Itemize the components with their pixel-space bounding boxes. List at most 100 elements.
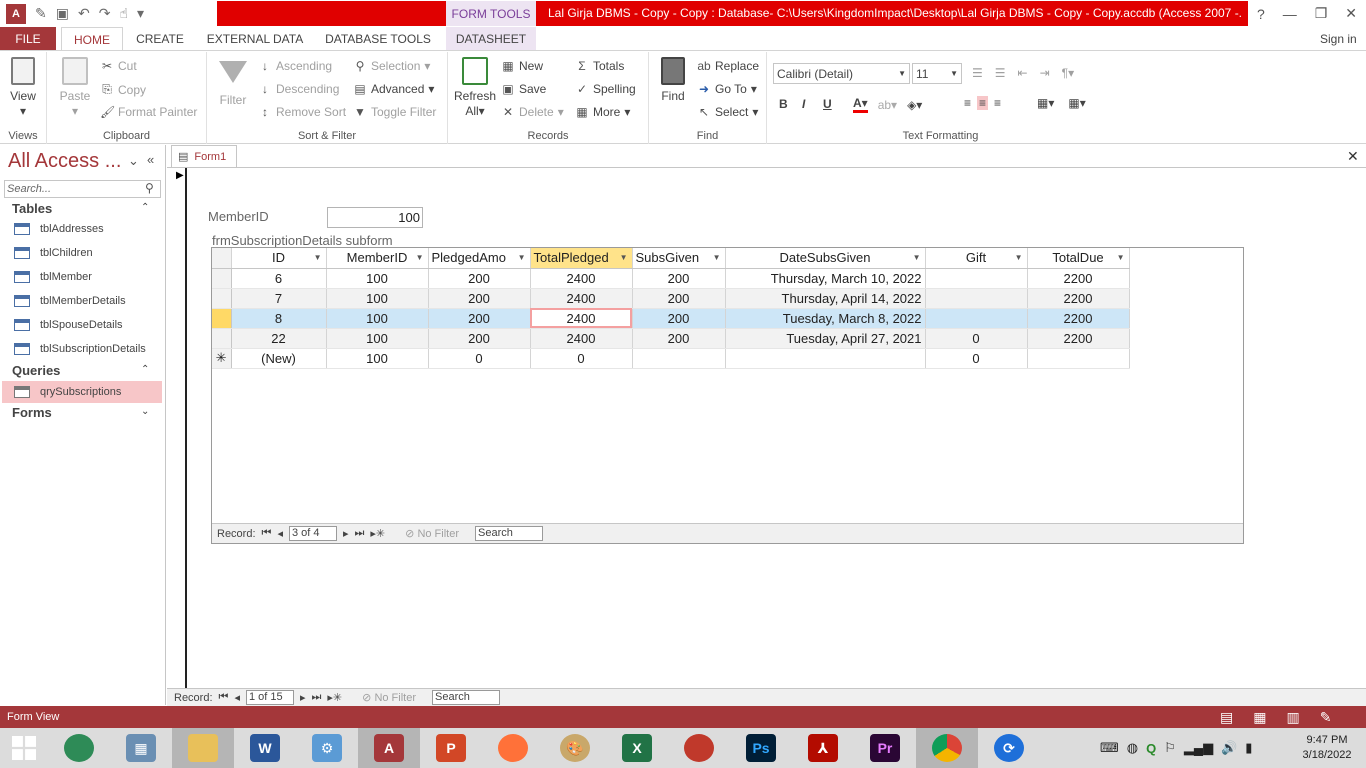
layout-view-icon[interactable]: ▥ bbox=[1286, 709, 1299, 726]
cell-totaldue[interactable]: 2200 bbox=[1027, 328, 1130, 349]
cell-totaldue[interactable]: 2200 bbox=[1027, 268, 1130, 289]
descending-button[interactable]: ↓ Descending bbox=[258, 82, 339, 96]
cell-gift[interactable]: 0 bbox=[925, 328, 1028, 349]
spelling-button[interactable]: ✓ Spelling bbox=[575, 82, 636, 96]
increase-indent-icon[interactable]: ⇥ bbox=[1040, 66, 1050, 80]
table-row[interactable]: 7 100 200 2400 200 Thursday, April 14, 2… bbox=[212, 288, 1130, 309]
table-row-new[interactable]: ✳ (New) 100 0 0 0 bbox=[212, 348, 1130, 369]
design-view-icon[interactable]: ✎ bbox=[1320, 709, 1332, 726]
main-search-field[interactable]: Search bbox=[432, 690, 500, 705]
nav-section-forms[interactable]: Forms bbox=[12, 405, 52, 420]
minimize-button[interactable]: — bbox=[1283, 6, 1297, 22]
italic-button[interactable]: I bbox=[802, 97, 805, 111]
cell-datesubsgiven[interactable]: Thursday, April 14, 2022 bbox=[725, 288, 926, 309]
goto-button[interactable]: ➜ Go To ▾ bbox=[697, 82, 757, 96]
col-header-pledgedamo[interactable]: PledgedAmo ▼ bbox=[428, 248, 531, 269]
cell-totalpledged[interactable]: 2400 bbox=[530, 328, 633, 349]
selection-button[interactable]: ⚲ Selection ▾ bbox=[353, 59, 431, 73]
no-filter-indicator[interactable]: ⊘ No Filter bbox=[405, 527, 459, 540]
cell-pledgedamo[interactable]: 200 bbox=[428, 308, 531, 329]
dropdown-arrow-icon[interactable]: ▼ bbox=[1015, 253, 1023, 262]
network-globe-icon[interactable]: ◍ bbox=[1127, 740, 1138, 756]
taskbar-app-updater[interactable]: ⟳ bbox=[978, 728, 1040, 768]
cell-gift[interactable] bbox=[925, 268, 1028, 289]
signal-icon[interactable]: ▂▄▆ bbox=[1184, 740, 1213, 756]
new-record-marker[interactable]: ✳ bbox=[212, 348, 232, 369]
cell-gift[interactable] bbox=[925, 308, 1028, 329]
cell-subsgiven[interactable] bbox=[632, 348, 726, 369]
align-right-icon[interactable]: ≡ bbox=[994, 96, 1001, 110]
tab-datasheet[interactable]: DATASHEET bbox=[446, 27, 536, 51]
cell-id[interactable]: 22 bbox=[231, 328, 327, 349]
taskbar-app-calculator[interactable]: ▦ bbox=[110, 728, 172, 768]
bold-button[interactable]: B bbox=[779, 97, 788, 111]
cell-id[interactable]: 8 bbox=[231, 308, 327, 329]
nav-item-tbladdresses[interactable]: tblAddresses bbox=[14, 218, 162, 240]
dropdown-arrow-icon[interactable]: ▼ bbox=[913, 253, 921, 262]
cell-memberid[interactable]: 100 bbox=[326, 308, 429, 329]
replace-button[interactable]: ab Replace bbox=[697, 59, 759, 73]
nav-item-tblchildren[interactable]: tblChildren bbox=[14, 242, 162, 264]
cell-datesubsgiven[interactable] bbox=[725, 348, 926, 369]
underline-button[interactable]: U bbox=[823, 97, 832, 111]
cell-subsgiven[interactable]: 200 bbox=[632, 268, 726, 289]
taskbar-app-acrobat[interactable]: ⅄ bbox=[792, 728, 854, 768]
first-record-icon[interactable]: ⏮ bbox=[219, 691, 229, 704]
help-button[interactable]: ? bbox=[1257, 6, 1265, 22]
row-selector[interactable] bbox=[212, 328, 232, 349]
col-header-totaldue[interactable]: TotalDue ▼ bbox=[1027, 248, 1130, 269]
battery-icon[interactable]: ▮ bbox=[1245, 740, 1252, 756]
record-selector-bar[interactable] bbox=[170, 168, 187, 688]
cell-id[interactable]: (New) bbox=[231, 348, 327, 369]
subform-search-field[interactable]: Search bbox=[475, 526, 543, 541]
align-center-icon[interactable]: ≡ bbox=[977, 96, 989, 110]
more-button[interactable]: ▦ More ▾ bbox=[575, 105, 630, 119]
cell-subsgiven[interactable]: 200 bbox=[632, 328, 726, 349]
cell-datesubsgiven[interactable]: Tuesday, March 8, 2022 bbox=[725, 308, 926, 329]
no-filter-indicator[interactable]: ⊘ No Filter bbox=[362, 691, 416, 704]
customize-qat-icon[interactable]: ▾ bbox=[137, 0, 144, 27]
col-header-totalpledged[interactable]: TotalPledged ▼ bbox=[530, 248, 633, 269]
nav-item-tblmemberdetails[interactable]: tblMemberDetails bbox=[14, 290, 162, 312]
alternate-row-color-icon[interactable]: ▦▾ bbox=[1037, 96, 1054, 110]
col-header-id[interactable]: ID ▼ bbox=[231, 248, 327, 269]
taskbar-app-access[interactable]: A bbox=[358, 728, 420, 768]
format-painter-button[interactable]: 🖌 Format Painter bbox=[100, 105, 197, 119]
collapse-tables-icon[interactable]: ⌃ bbox=[141, 202, 149, 213]
taskbar-app-globe[interactable] bbox=[48, 728, 110, 768]
document-tab-form1[interactable]: ▤ Form1 bbox=[171, 145, 237, 167]
taskbar-app-excel[interactable]: X bbox=[606, 728, 668, 768]
row-selector[interactable] bbox=[212, 308, 232, 329]
nav-item-tblsubscriptiondetails[interactable]: tblSubscriptionDetails bbox=[14, 338, 162, 360]
last-record-icon[interactable]: ⏭ bbox=[355, 527, 365, 540]
first-record-icon[interactable]: ⏮ bbox=[262, 527, 272, 540]
new-record-nav-icon[interactable]: ▸✳ bbox=[370, 527, 385, 540]
numbering-icon[interactable]: ☰ bbox=[995, 66, 1006, 80]
dropdown-arrow-icon[interactable]: ▼ bbox=[518, 253, 526, 262]
cell-gift[interactable]: 0 bbox=[925, 348, 1028, 369]
dropdown-arrow-icon[interactable]: ▼ bbox=[416, 253, 424, 262]
table-row[interactable]: 6 100 200 2400 200 Thursday, March 10, 2… bbox=[212, 268, 1130, 289]
font-size-select[interactable]: 11 ▼ bbox=[912, 63, 962, 84]
fill-color-icon[interactable]: ◈▾ bbox=[907, 98, 922, 112]
ascending-button[interactable]: ↓ Ascending bbox=[258, 59, 332, 73]
keyboard-icon[interactable]: ⌨ bbox=[1100, 740, 1119, 756]
cell-totalpledged-focused[interactable]: 2400 bbox=[530, 308, 633, 329]
taskbar-app-powerpoint[interactable]: P bbox=[420, 728, 482, 768]
cell-totalpledged[interactable]: 2400 bbox=[530, 288, 633, 309]
cut-button[interactable]: ✂ Cut bbox=[100, 59, 137, 73]
copy-button[interactable]: ⎘ Copy bbox=[100, 82, 146, 97]
remove-sort-button[interactable]: ↕ Remove Sort bbox=[258, 105, 346, 119]
cell-memberid[interactable]: 100 bbox=[326, 288, 429, 309]
next-record-icon[interactable]: ▸ bbox=[343, 527, 349, 540]
taskbar-clock[interactable]: 9:47 PM 3/18/2022 bbox=[1292, 733, 1362, 763]
dropdown-arrow-icon[interactable]: ▼ bbox=[1117, 253, 1125, 262]
record-position-field[interactable]: 1 of 15 bbox=[245, 690, 294, 705]
bullets-icon[interactable]: ☰ bbox=[972, 66, 983, 80]
taskbar-app-explorer[interactable] bbox=[172, 728, 234, 768]
tab-home[interactable]: HOME bbox=[61, 27, 123, 51]
decrease-indent-icon[interactable]: ⇤ bbox=[1018, 66, 1028, 80]
col-header-gift[interactable]: Gift ▼ bbox=[925, 248, 1028, 269]
expand-forms-icon[interactable]: ⌄ bbox=[141, 406, 149, 417]
toggle-filter-button[interactable]: ▼ Toggle Filter bbox=[353, 105, 436, 119]
